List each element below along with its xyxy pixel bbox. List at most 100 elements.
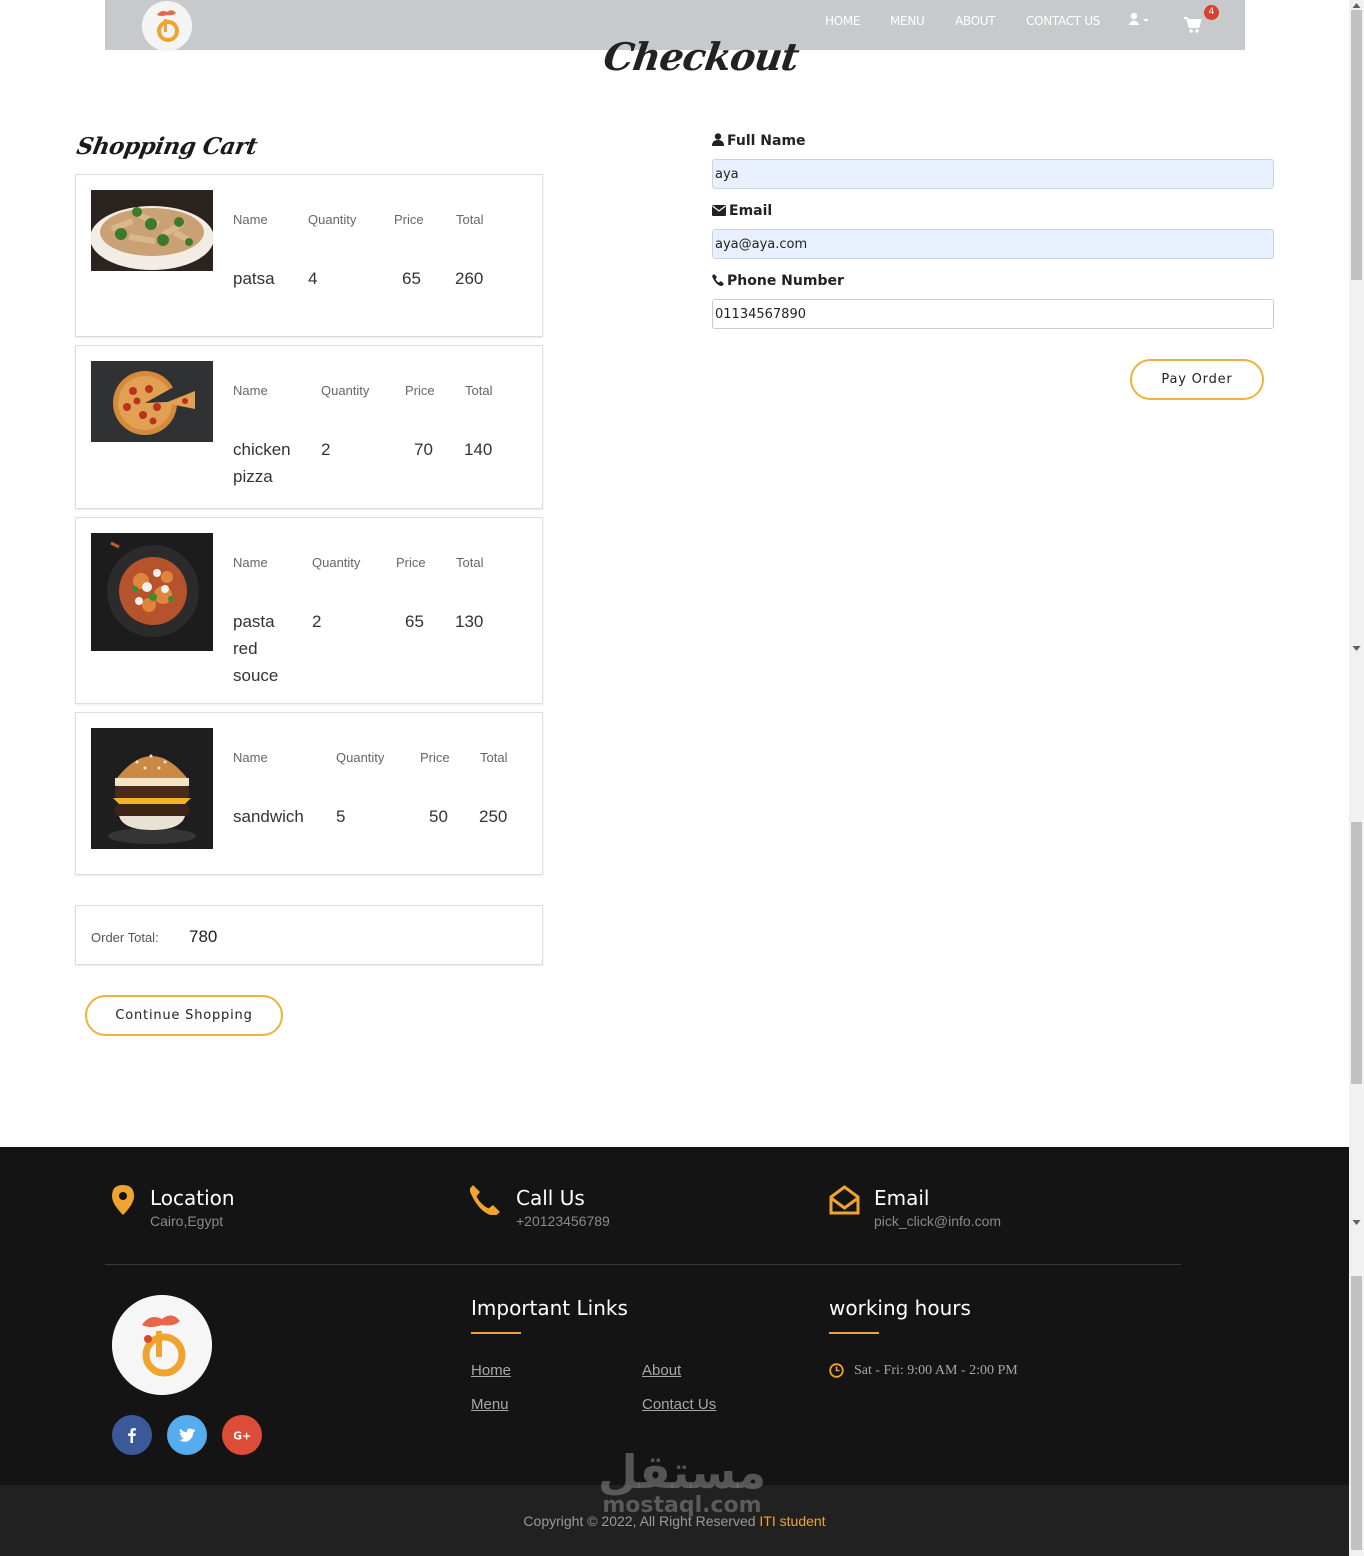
- working-hours-value: Sat - Fri: 9:00 AM - 2:00 PM: [854, 1363, 1018, 1378]
- call-us-value: +20123456789: [516, 1213, 610, 1229]
- nav-contact-us[interactable]: CONTACT US: [1026, 14, 1100, 28]
- item-quantity: 5: [336, 807, 346, 826]
- item-quantity: 2: [321, 440, 331, 459]
- pasta-broccoli-image: [91, 190, 213, 271]
- item-name: chicken pizza: [233, 440, 291, 486]
- continue-shopping-button[interactable]: Continue Shopping: [85, 995, 283, 1036]
- item-total: 140: [464, 440, 493, 459]
- location-pin-icon: [112, 1185, 134, 1219]
- item-name: patsa: [233, 269, 275, 288]
- cart-count-badge: 4: [1204, 5, 1219, 20]
- quantity-header: Quantity: [312, 555, 361, 570]
- scrollbar[interactable]: [1349, 0, 1364, 1556]
- call-us-title: Call Us: [516, 1186, 585, 1210]
- important-links-heading: Important Links: [471, 1296, 628, 1320]
- cart-item: Name Quantity Price Total patsa 4 65 260: [75, 174, 543, 337]
- name-header: Name: [233, 555, 268, 570]
- copyright-author[interactable]: ITI student: [759, 1513, 825, 1529]
- footer-logo: [112, 1295, 212, 1395]
- links-heading-underline: [471, 1332, 521, 1334]
- scroll-down-arrow-icon[interactable]: [1352, 1218, 1361, 1226]
- item-total: 260: [455, 269, 484, 288]
- page-title: Checkout: [600, 34, 802, 79]
- full-name-input[interactable]: [712, 159, 1274, 189]
- email-value: pick_click@info.com: [874, 1213, 1002, 1229]
- brand-logo[interactable]: [142, 1, 192, 51]
- total-header: Total: [465, 383, 493, 398]
- nav-about[interactable]: ABOUT: [955, 14, 996, 28]
- total-header: Total: [456, 212, 484, 227]
- price-header: Price: [420, 750, 450, 765]
- quantity-header: Quantity: [308, 212, 357, 227]
- google-plus-icon[interactable]: G+: [222, 1415, 262, 1455]
- order-total-label: Order Total:: [91, 930, 159, 945]
- item-price: 65: [405, 612, 424, 631]
- phone-icon: [469, 1185, 501, 1219]
- name-header: Name: [233, 383, 268, 398]
- item-price: 50: [429, 807, 448, 826]
- facebook-icon[interactable]: [112, 1415, 152, 1455]
- envelope-icon: [712, 205, 726, 216]
- pay-order-button[interactable]: Pay Order: [1130, 359, 1264, 400]
- user-icon: [712, 133, 724, 146]
- price-header: Price: [394, 212, 424, 227]
- location-title: Location: [150, 1186, 235, 1210]
- envelope-open-icon: [829, 1185, 860, 1219]
- phone-label: Phone Number: [712, 273, 844, 289]
- cart-item: Name Quantity Price Total pasta red souc…: [75, 517, 543, 704]
- item-price: 65: [402, 269, 421, 288]
- burger-image: [91, 728, 213, 849]
- email-title: Email: [874, 1186, 930, 1210]
- footer-link-menu[interactable]: Menu: [471, 1396, 509, 1413]
- scroll-thumb[interactable]: [1351, 10, 1362, 280]
- email-label: Email: [712, 203, 772, 219]
- shopping-cart-heading: Shopping Cart: [74, 133, 260, 160]
- nav-menu[interactable]: MENU: [890, 14, 925, 28]
- nav-home[interactable]: HOME: [825, 14, 861, 28]
- item-name: pasta red souce: [233, 612, 279, 685]
- item-name: sandwich: [233, 807, 304, 826]
- item-quantity: 4: [308, 269, 318, 288]
- footer-divider: [105, 1264, 1181, 1265]
- copyright-text: Copyright © 2022, All Right Reserved ITI…: [523, 1513, 826, 1529]
- name-header: Name: [233, 212, 268, 227]
- scroll-thumb[interactable]: [1351, 822, 1362, 1084]
- user-dropdown-icon[interactable]: [1128, 12, 1152, 28]
- phone-icon: [712, 274, 724, 286]
- footer-link-contact-us[interactable]: Contact Us: [642, 1396, 716, 1413]
- item-quantity: 2: [312, 612, 322, 631]
- quantity-header: Quantity: [336, 750, 385, 765]
- cart-item: Name Quantity Price Total sandwich 5 50 …: [75, 712, 543, 875]
- footer-link-about[interactable]: About: [642, 1362, 681, 1379]
- scroll-down-arrow-icon[interactable]: [1352, 644, 1361, 652]
- location-value: Cairo,Egypt: [150, 1213, 224, 1229]
- total-header: Total: [456, 555, 484, 570]
- footer: Location Cairo,Egypt Call Us +2012345678…: [0, 1147, 1349, 1485]
- scroll-thumb[interactable]: [1351, 1276, 1362, 1550]
- phone-input[interactable]: [712, 299, 1274, 329]
- hours-heading-underline: [829, 1332, 879, 1334]
- price-header: Price: [396, 555, 426, 570]
- svg-text:G+: G+: [234, 1430, 250, 1443]
- order-total-value: 780: [189, 927, 218, 946]
- cart-icon[interactable]: [1183, 16, 1203, 34]
- clock-icon: [829, 1363, 844, 1382]
- price-header: Price: [405, 383, 435, 398]
- twitter-icon[interactable]: [167, 1415, 207, 1455]
- working-hours-heading: working hours: [829, 1296, 971, 1320]
- name-header: Name: [233, 750, 268, 765]
- scroll-up-arrow-icon[interactable]: [1352, 2, 1361, 10]
- pasta-red-sauce-image: [91, 533, 213, 651]
- item-total: 250: [479, 807, 508, 826]
- footer-link-home[interactable]: Home: [471, 1362, 511, 1379]
- copyright-bar: Copyright © 2022, All Right Reserved ITI…: [0, 1485, 1349, 1556]
- full-name-label: Full Name: [712, 133, 806, 149]
- pizza-image: [91, 361, 213, 442]
- email-input[interactable]: [712, 229, 1274, 259]
- total-header: Total: [480, 750, 508, 765]
- item-price: 70: [414, 440, 433, 459]
- item-total: 130: [455, 612, 484, 631]
- cart-item: Name Quantity Price Total chicken pizza …: [75, 345, 543, 509]
- quantity-header: Quantity: [321, 383, 370, 398]
- order-total-box: Order Total: 780: [75, 905, 543, 965]
